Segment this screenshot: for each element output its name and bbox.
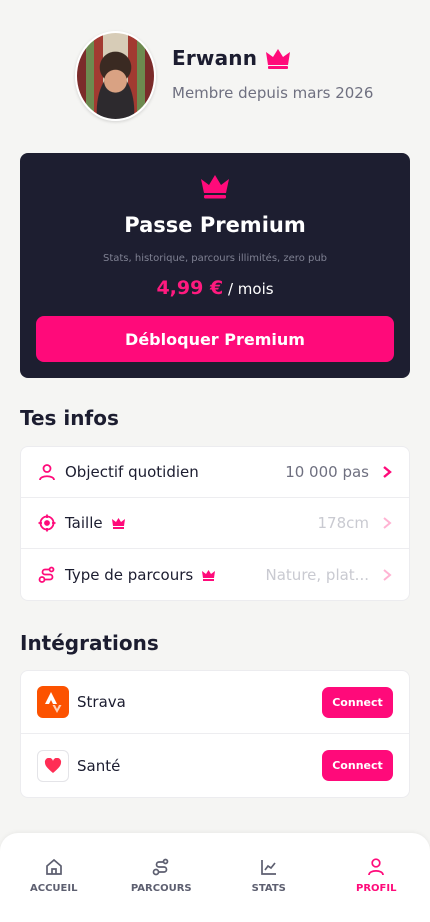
chevron-right-icon (383, 466, 392, 478)
user-icon (368, 858, 385, 876)
integrations-card: Strava Connect Santé Connect (20, 670, 410, 798)
connect-strava-button[interactable]: Connect (322, 686, 393, 718)
profile-text: Erwann Membre depuis mars 2026 (172, 46, 373, 102)
avatar[interactable] (75, 31, 156, 121)
info-value: 10 000 pas (285, 463, 369, 481)
nav-label: PROFIL (356, 883, 397, 894)
premium-subtitle: Stats, historique, parcours illimités, z… (102, 253, 328, 264)
integrations-section-title: Intégrations (20, 631, 159, 655)
chart-icon (260, 860, 276, 875)
integration-row-sante: Santé Connect (21, 734, 409, 797)
chevron-right-icon (383, 568, 392, 581)
crown-icon (111, 518, 125, 529)
integration-name: Strava (77, 693, 126, 711)
info-row-height[interactable]: Taille 178cm (21, 498, 409, 549)
info-row-route-type[interactable]: Type de parcours Nature, plat... (21, 549, 409, 600)
info-label: Type de parcours (65, 565, 194, 584)
crown-icon (202, 569, 216, 581)
premium-card: Passe Premium Stats, historique, parcour… (20, 153, 410, 378)
nav-item-parcours[interactable]: PARCOURS (108, 833, 216, 922)
nav-label: PARCOURS (130, 883, 192, 894)
integration-name: Santé (77, 756, 121, 775)
info-row-daily-goal[interactable]: Objectif quotidien 10 000 pas (21, 447, 409, 498)
integration-row-strava: Strava Connect (21, 671, 409, 734)
price-period: / mois (227, 280, 274, 298)
premium-price: 4,99 € / mois (20, 277, 410, 299)
infos-section-title: Tes infos (20, 406, 119, 430)
info-value: 178cm (317, 514, 370, 532)
info-label: Objectif quotidien (65, 463, 199, 481)
nav-item-stats[interactable]: STATS (215, 833, 323, 922)
route-icon (37, 565, 57, 585)
nav-label: STATS (251, 883, 286, 894)
premium-title: Passe Premium (124, 213, 306, 237)
nav-item-accueil[interactable]: ACCUEIL (0, 833, 108, 922)
name-row: Erwann (172, 46, 373, 70)
route-icon (152, 858, 169, 876)
profile-header: Erwann Membre depuis mars 2026 (75, 31, 373, 121)
infos-card: Objectif quotidien 10 000 pas Taille 178… (20, 446, 410, 601)
target-icon (37, 513, 57, 533)
nav-label: ACCUEIL (30, 883, 78, 894)
connect-sante-button[interactable]: Connect (322, 750, 393, 781)
price-amount: 4,99 € (156, 277, 224, 299)
crown-icon (201, 175, 229, 199)
nav-item-profil[interactable]: PROFIL (323, 833, 430, 922)
unlock-premium-button[interactable]: Débloquer Premium (36, 316, 394, 362)
strava-logo-icon (37, 686, 69, 718)
heart-icon (37, 749, 69, 782)
crown-icon (266, 49, 291, 69)
info-label: Taille (65, 514, 103, 532)
profile-name: Erwann (172, 46, 258, 70)
user-icon (37, 462, 57, 482)
chevron-right-icon (383, 517, 392, 529)
home-icon (45, 858, 62, 875)
member-since: Membre depuis mars 2026 (172, 84, 374, 102)
info-value: Nature, plat... (265, 565, 369, 584)
bottom-nav: ACCUEIL PARCOURS STATS PROFIL (0, 833, 430, 922)
